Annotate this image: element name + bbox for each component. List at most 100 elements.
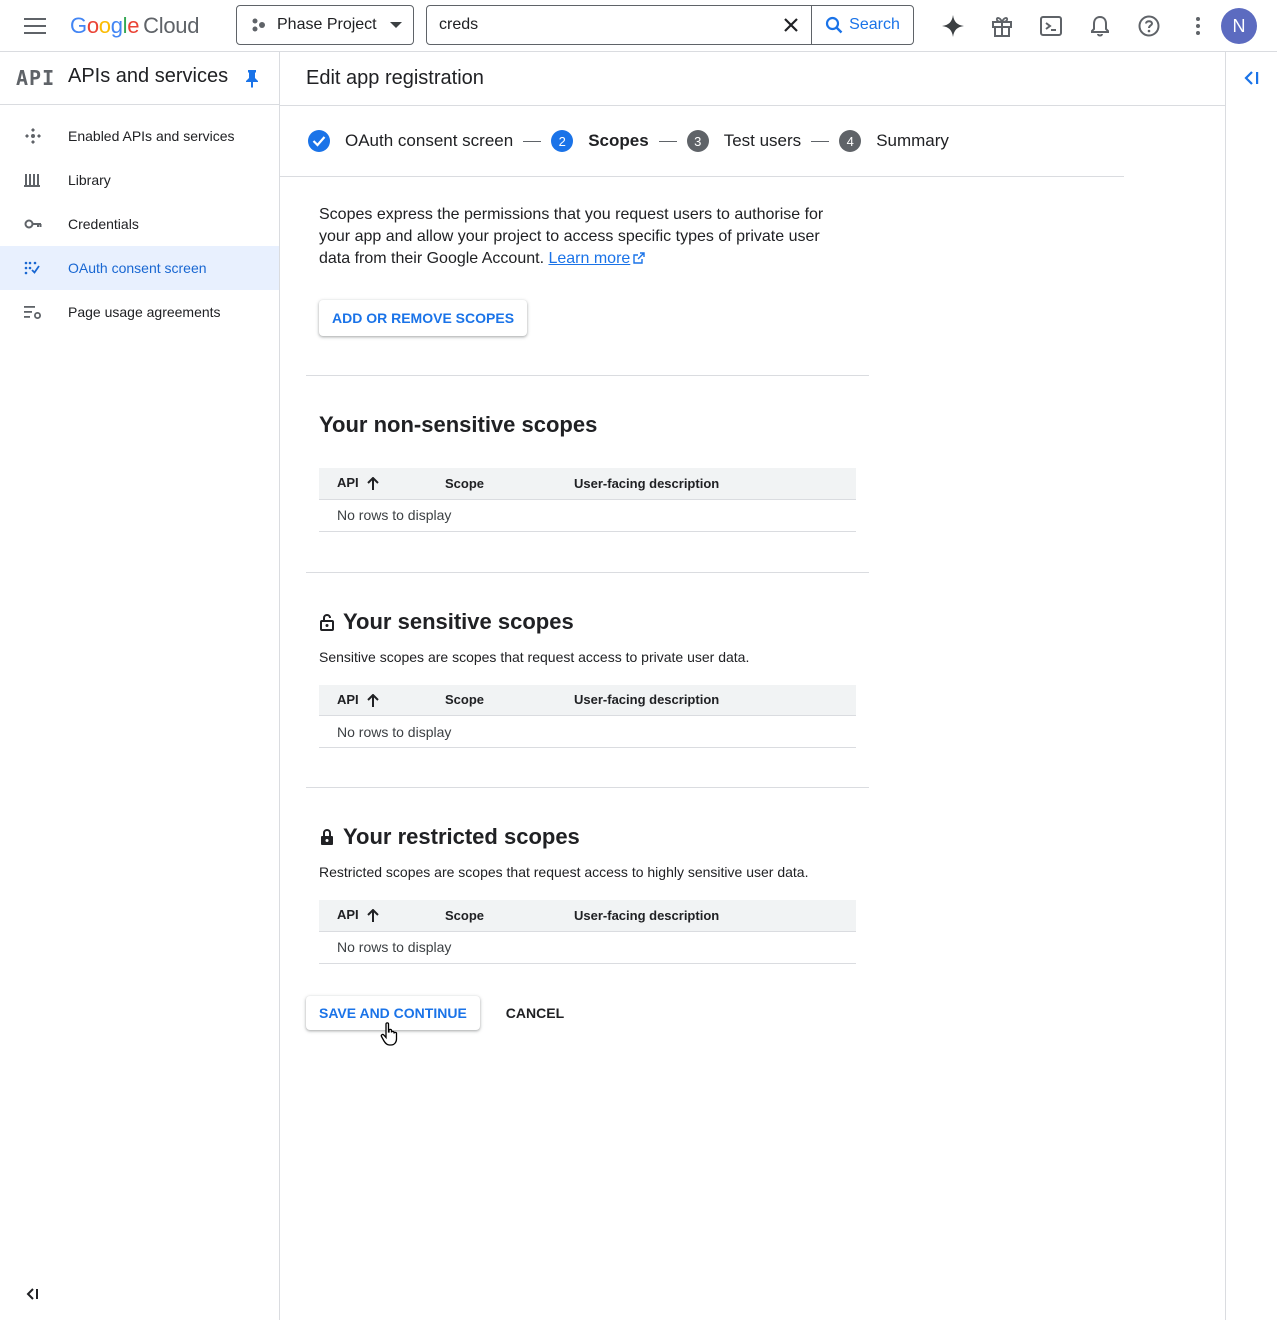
search-input[interactable] <box>427 6 771 44</box>
sparkle-icon <box>941 15 964 37</box>
column-header-description[interactable]: User-facing description <box>574 900 856 932</box>
close-icon <box>784 18 798 32</box>
project-name: Phase Project <box>277 16 377 33</box>
step-oauth-consent-screen[interactable]: OAuth consent screen <box>308 130 513 152</box>
step-number: 2 <box>551 130 574 152</box>
column-header-scope[interactable]: Scope <box>445 900 574 932</box>
sidebar-title: APIs and services <box>68 65 229 87</box>
right-rail <box>1225 52 1277 1320</box>
logo-letter: e <box>127 13 140 38</box>
clear-search-button[interactable] <box>771 6 811 44</box>
sort-arrow-up-icon[interactable] <box>366 477 379 491</box>
page-header: Edit app registration <box>280 52 1225 106</box>
column-header-api[interactable]: API <box>319 684 445 716</box>
logo-letter: o <box>86 13 99 38</box>
project-picker[interactable]: Phase Project <box>236 5 414 45</box>
more-vert-icon <box>1195 17 1200 35</box>
pin-icon[interactable] <box>242 68 262 88</box>
step-scopes[interactable]: 2 Scopes <box>551 130 649 152</box>
gemini-button[interactable] <box>928 4 977 48</box>
hamburger-menu-icon <box>24 18 46 34</box>
step-separator <box>523 140 542 142</box>
more-options-button[interactable] <box>1173 4 1222 48</box>
sort-arrow-up-icon[interactable] <box>366 693 379 708</box>
gift-icon <box>991 17 1012 37</box>
scopes-content: Scopes express the permissions that you … <box>306 177 870 964</box>
key-icon <box>0 218 68 230</box>
table-header-row: API Scope User-facing description <box>319 900 856 932</box>
sidebar-item-credentials[interactable]: Credentials <box>0 202 279 246</box>
help-button[interactable] <box>1124 4 1173 48</box>
expand-panel-icon[interactable] <box>1240 66 1264 90</box>
column-header-label: API <box>337 475 359 491</box>
scopes-intro: Scopes express the permissions that you … <box>319 204 854 270</box>
logo-cloud-text: Cloud <box>143 13 200 38</box>
sensitive-scopes-section: Your sensitive scopes Sensitive scopes a… <box>306 573 870 788</box>
lock-open-icon <box>320 613 334 631</box>
table-header-row: API Scope User-facing description <box>319 684 856 716</box>
section-title: Your non-sensitive scopes <box>319 412 857 438</box>
scopes-table: API Scope User-facing description No row… <box>319 468 856 532</box>
section-title-text: Your sensitive scopes <box>343 608 574 634</box>
column-header-api[interactable]: API <box>319 468 445 500</box>
step-test-users[interactable]: 3 Test users <box>686 130 801 152</box>
google-cloud-logo[interactable]: Google Cloud <box>70 12 199 40</box>
column-header-description[interactable]: User-facing description <box>574 684 856 716</box>
column-header-api[interactable]: API <box>319 900 445 932</box>
column-header-label: API <box>337 691 359 707</box>
section-title-text: Your non-sensitive scopes <box>319 412 598 437</box>
stepper: OAuth consent screen 2 Scopes 3 Test use… <box>280 106 1124 177</box>
step-summary[interactable]: 4 Summary <box>839 130 949 152</box>
column-header-scope[interactable]: Scope <box>445 468 574 500</box>
section-description: Sensitive scopes are scopes that request… <box>319 648 750 665</box>
table-header-row: API Scope User-facing description <box>319 468 856 500</box>
consent-icon <box>0 260 68 276</box>
library-icon <box>0 172 68 188</box>
sort-arrow-up-icon[interactable] <box>366 909 379 923</box>
section-title: Your sensitive scopes <box>319 609 857 635</box>
top-icons <box>928 4 1222 48</box>
collapse-sidebar-icon[interactable] <box>22 1284 42 1304</box>
empty-table-message: No rows to display <box>319 499 856 532</box>
form-actions: SAVE AND CONTINUE CANCEL <box>306 996 576 1030</box>
sidebar: API APIs and services Enabled APIs and s… <box>0 52 280 1320</box>
cancel-button[interactable]: CANCEL <box>494 996 576 1030</box>
table-row: No rows to display <box>319 715 856 748</box>
step-number: 3 <box>686 130 709 152</box>
sidebar-item-label: OAuth consent screen <box>68 260 207 276</box>
empty-table-message: No rows to display <box>319 931 856 964</box>
logo-letter: G <box>70 13 87 38</box>
api-logo: API <box>16 66 56 90</box>
column-header-scope[interactable]: Scope <box>445 684 574 716</box>
sidebar-item-oauth-consent-screen[interactable]: OAuth consent screen <box>0 246 279 290</box>
step-number: 4 <box>839 130 862 152</box>
sidebar-item-enabled-apis[interactable]: Enabled APIs and services <box>0 114 279 158</box>
add-or-remove-scopes-button[interactable]: ADD OR REMOVE SCOPES <box>319 300 528 336</box>
cloud-shell-button[interactable] <box>1026 4 1075 48</box>
section-title-text: Your restricted scopes <box>343 824 580 849</box>
step-label: OAuth consent screen <box>345 131 514 150</box>
search-button[interactable]: Search <box>811 6 913 44</box>
sidebar-item-label: Enabled APIs and services <box>68 128 235 144</box>
section-title: Your restricted scopes <box>319 824 857 850</box>
restricted-scopes-section: Your restricted scopes Restricted scopes… <box>306 788 870 964</box>
gift-button[interactable] <box>977 4 1026 48</box>
learn-more-label: Learn more <box>548 250 631 267</box>
project-icon <box>252 18 265 32</box>
terminal-icon <box>1039 16 1062 36</box>
main-menu-button[interactable] <box>14 10 56 42</box>
account-avatar[interactable]: N <box>1221 8 1257 44</box>
settings-list-icon <box>0 304 68 320</box>
save-and-continue-button[interactable]: SAVE AND CONTINUE <box>306 996 480 1030</box>
sidebar-item-library[interactable]: Library <box>0 158 279 202</box>
sidebar-item-page-usage-agreements[interactable]: Page usage agreements <box>0 290 279 334</box>
table-row: No rows to display <box>319 931 856 964</box>
learn-more-link[interactable]: Learn more <box>548 250 645 267</box>
column-header-description[interactable]: User-facing description <box>574 468 856 500</box>
section-description: Restricted scopes are scopes that reques… <box>319 864 809 880</box>
top-bar: Google Cloud Phase Project Search <box>0 0 1277 52</box>
scopes-table: API Scope User-facing description No row… <box>319 684 856 748</box>
notifications-button[interactable] <box>1075 4 1124 48</box>
sidebar-header: API APIs and services <box>0 52 279 105</box>
search-button-label: Search <box>849 16 900 33</box>
